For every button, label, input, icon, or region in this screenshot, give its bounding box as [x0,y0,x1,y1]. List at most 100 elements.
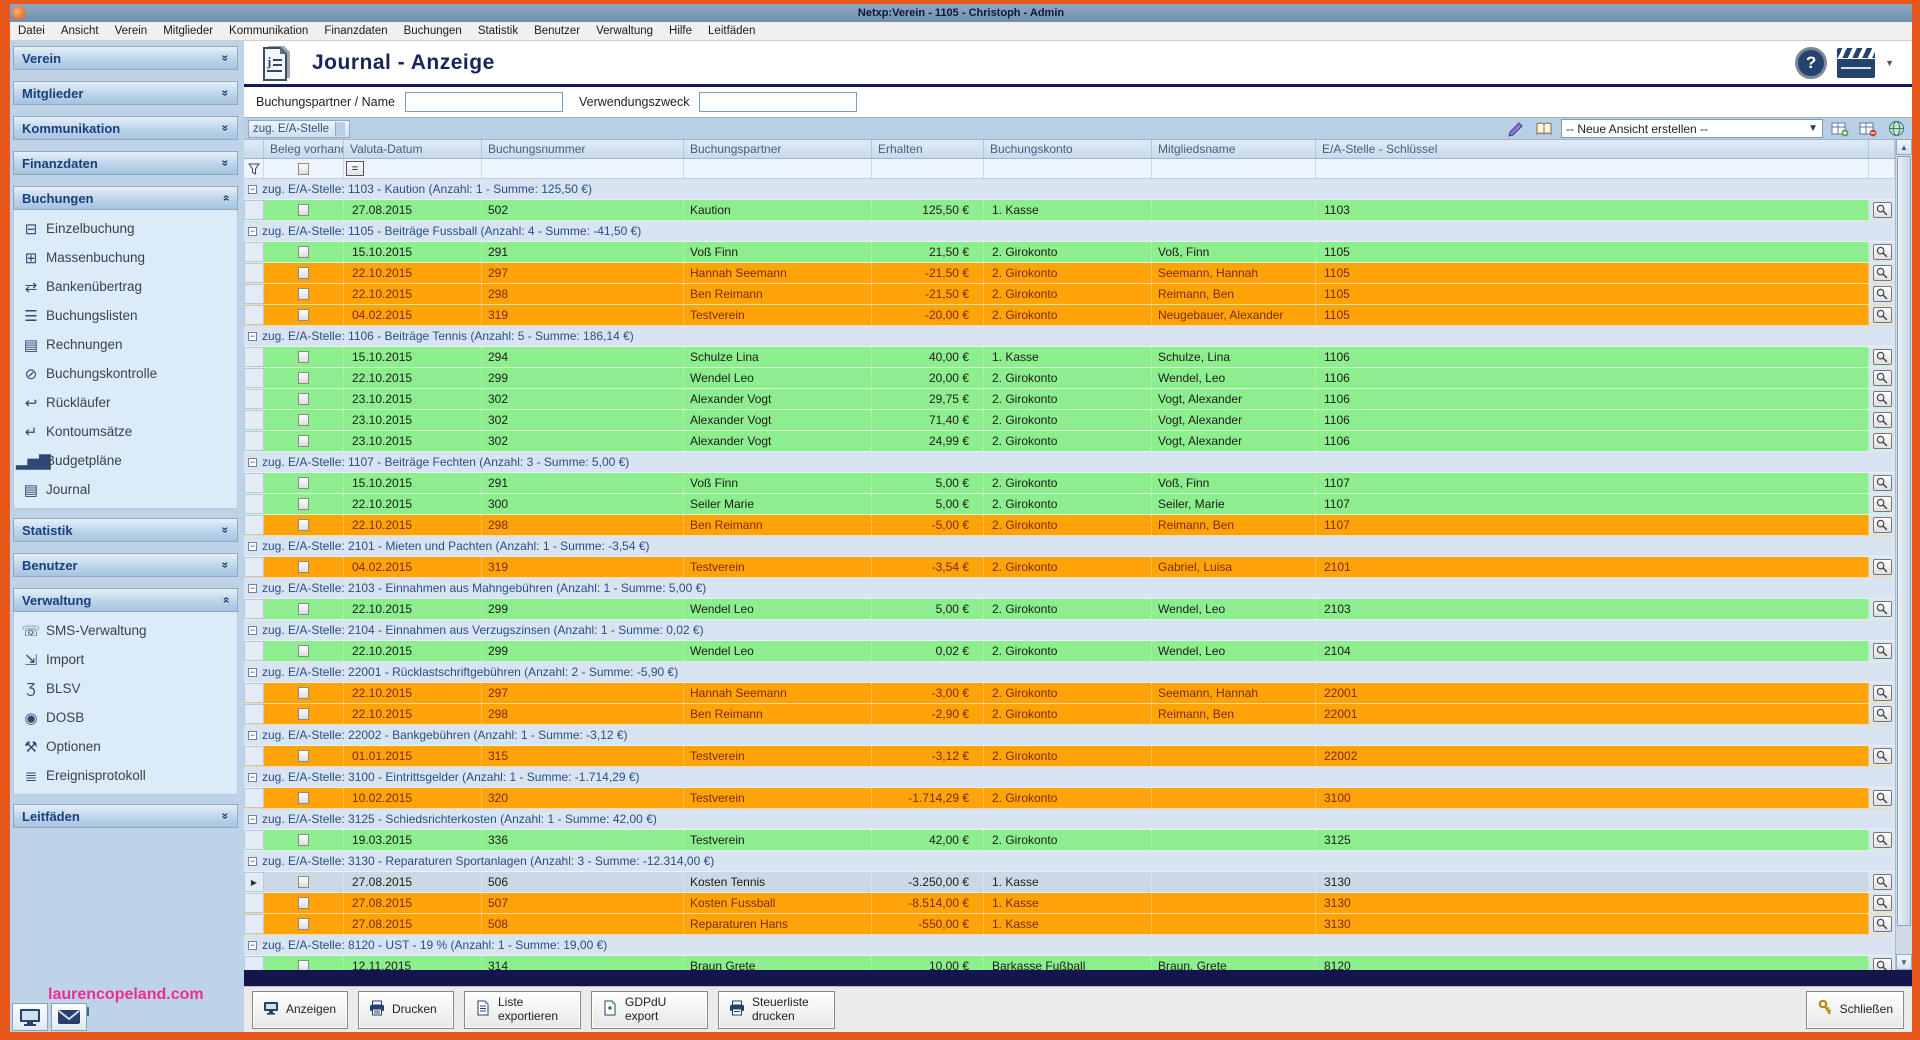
details-magnifier-button[interactable] [1873,748,1892,764]
table-row[interactable]: 15.10.2015291Voß Finn5,00 €2. GirokontoV… [244,473,1895,494]
details-magnifier-button[interactable] [1873,265,1892,281]
purple-book-icon[interactable] [1505,120,1527,138]
table-row[interactable]: 01.01.2015315Testverein-3,12 €2. Girokon… [244,746,1895,767]
details-magnifier-button[interactable] [1873,370,1892,386]
beleg-checkbox[interactable] [298,834,309,846]
column-header-buchungspartner[interactable]: Buchungspartner [684,140,872,158]
table-row[interactable]: 10.02.2015320Testverein-1.714,29 €2. Gir… [244,788,1895,809]
table-row[interactable]: 23.10.2015302Alexander Vogt24,99 €2. Gir… [244,431,1895,452]
details-magnifier-button[interactable] [1873,790,1892,806]
details-magnifier-button[interactable] [1873,349,1892,365]
table-row[interactable]: 22.10.2015299Wendel Leo0,02 €2. Girokont… [244,641,1895,662]
beleg-checkbox[interactable] [298,561,309,573]
beleg-checkbox[interactable] [298,246,309,258]
table-row[interactable]: 27.08.2015502Kaution125,50 €1. Kasse1103 [244,200,1895,221]
row-selector[interactable] [244,473,264,493]
table-row[interactable]: 23.10.2015302Alexander Vogt29,75 €2. Gir… [244,389,1895,410]
menu-item-finanzdaten[interactable]: Finanzdaten [316,22,395,40]
sidebar-item-ruecklaeufer[interactable]: ↩Rückläufer [16,388,237,417]
globe-icon[interactable] [1885,120,1907,138]
beleg-checkbox[interactable] [298,708,309,720]
details-magnifier-button[interactable] [1873,643,1892,659]
row-selector[interactable] [244,641,264,661]
sidebar-section-kommunikation[interactable]: Kommunikation» [13,116,238,140]
sidebar-item-dosb[interactable]: ◉DOSB [16,703,237,732]
sidebar-item-kontoumsaetze[interactable]: ↵Kontoumsätze [16,417,237,446]
beleg-checkbox[interactable] [298,372,309,384]
table-row[interactable]: 22.10.2015297Hannah Seemann-21,50 €2. Gi… [244,263,1895,284]
collapse-icon[interactable]: − [248,815,257,824]
button-anzeigen[interactable]: Anzeigen [252,991,348,1029]
sidebar-section-statistik[interactable]: Statistik» [13,518,238,542]
details-magnifier-button[interactable] [1873,601,1892,617]
table-add-icon[interactable] [1829,120,1851,138]
help-button[interactable]: ? [1795,47,1827,79]
collapse-icon[interactable]: − [248,458,257,467]
table-row[interactable]: 15.10.2015291Voß Finn21,50 €2. Girokonto… [244,242,1895,263]
row-selector[interactable] [244,431,264,451]
table-row[interactable]: 22.10.2015298Ben Reimann-21,50 €2. Girok… [244,284,1895,305]
collapse-icon[interactable]: − [248,773,257,782]
details-magnifier-button[interactable] [1873,559,1892,575]
group-row[interactable]: −zug. E/A-Stelle: 1105 - Beiträge Fussba… [244,221,1895,242]
beleg-checkbox[interactable] [298,204,309,216]
beleg-checkbox[interactable] [298,645,309,657]
group-chip-ea-stelle[interactable]: zug. E/A-Stelle [248,120,350,138]
row-selector[interactable] [244,410,264,430]
column-header-buchungsnummer[interactable]: Buchungsnummer [482,140,684,158]
beleg-checkbox[interactable] [298,603,309,615]
table-row[interactable]: 04.02.2015319Testverein-20,00 €2. Giroko… [244,305,1895,326]
details-magnifier-button[interactable] [1873,307,1892,323]
scroll-down-arrow[interactable]: ▼ [1896,954,1912,970]
menu-item-benutzer[interactable]: Benutzer [526,22,588,40]
details-magnifier-button[interactable] [1873,958,1892,970]
menu-item-statistik[interactable]: Statistik [470,22,526,40]
table-row[interactable]: 12.11.2015314Braun Grete10,00 €Barkasse … [244,956,1895,970]
sidebar-item-import[interactable]: ⇲Import [16,645,237,674]
row-selector[interactable] [244,746,264,766]
row-selector[interactable] [244,305,264,325]
beleg-checkbox[interactable] [298,750,309,762]
menu-item-mitglieder[interactable]: Mitglieder [155,22,221,40]
filter-cell[interactable] [1316,159,1869,178]
sidebar-item-sms-verwaltung[interactable]: ☏SMS-Verwaltung [16,616,237,645]
group-row[interactable]: −zug. E/A-Stelle: 1106 - Beiträge Tennis… [244,326,1895,347]
collapse-icon[interactable]: − [248,332,257,341]
beleg-checkbox[interactable] [298,477,309,489]
sidebar-item-journal[interactable]: ▤Journal [16,475,237,504]
details-magnifier-button[interactable] [1873,874,1892,890]
details-magnifier-button[interactable] [1873,706,1892,722]
table-row[interactable]: 19.03.2015336Testverein42,00 €2. Girokon… [244,830,1895,851]
details-magnifier-button[interactable] [1873,433,1892,449]
button-steuerliste-drucken[interactable]: Steuerliste drucken [718,991,835,1029]
filter-cell[interactable] [872,159,984,178]
details-magnifier-button[interactable] [1873,496,1892,512]
open-book-icon[interactable] [1533,120,1555,138]
sidebar-item-massenbuchung[interactable]: ⊞Massenbuchung [16,243,237,272]
column-header-mitgliedsname[interactable]: Mitgliedsname [1152,140,1316,158]
sidebar-section-finanzdaten[interactable]: Finanzdaten» [13,151,238,175]
table-row[interactable]: 15.10.2015294Schulze Lina40,00 €1. Kasse… [244,347,1895,368]
menu-item-buchungen[interactable]: Buchungen [396,22,470,40]
row-selector[interactable] [244,599,264,619]
details-magnifier-button[interactable] [1873,412,1892,428]
row-selector[interactable] [244,242,264,262]
beleg-checkbox[interactable] [298,309,309,321]
table-row[interactable]: 22.10.2015297Hannah Seemann-3,00 €2. Gir… [244,683,1895,704]
button-gdpdu-export[interactable]: GDPdU export [591,991,708,1029]
beleg-checkbox[interactable] [298,960,309,970]
table-row[interactable]: 27.08.2015507Kosten Fussball-8.514,00 €1… [244,893,1895,914]
table-row[interactable]: 22.10.2015300Seiler Marie5,00 €2. Giroko… [244,494,1895,515]
table-remove-icon[interactable] [1857,120,1879,138]
sidebar-item-buchungslisten[interactable]: ☰Buchungslisten [16,301,237,330]
buchungspartner-input[interactable] [405,92,563,112]
group-row[interactable]: −zug. E/A-Stelle: 1107 - Beiträge Fechte… [244,452,1895,473]
beleg-checkbox[interactable] [298,288,309,300]
details-magnifier-button[interactable] [1873,895,1892,911]
collapse-icon[interactable]: − [248,857,257,866]
collapse-icon[interactable]: − [248,731,257,740]
collapse-icon[interactable]: − [248,227,257,236]
menu-item-kommunikation[interactable]: Kommunikation [221,22,316,40]
beleg-checkbox[interactable] [298,498,309,510]
system-monitor-button[interactable] [12,1003,48,1031]
